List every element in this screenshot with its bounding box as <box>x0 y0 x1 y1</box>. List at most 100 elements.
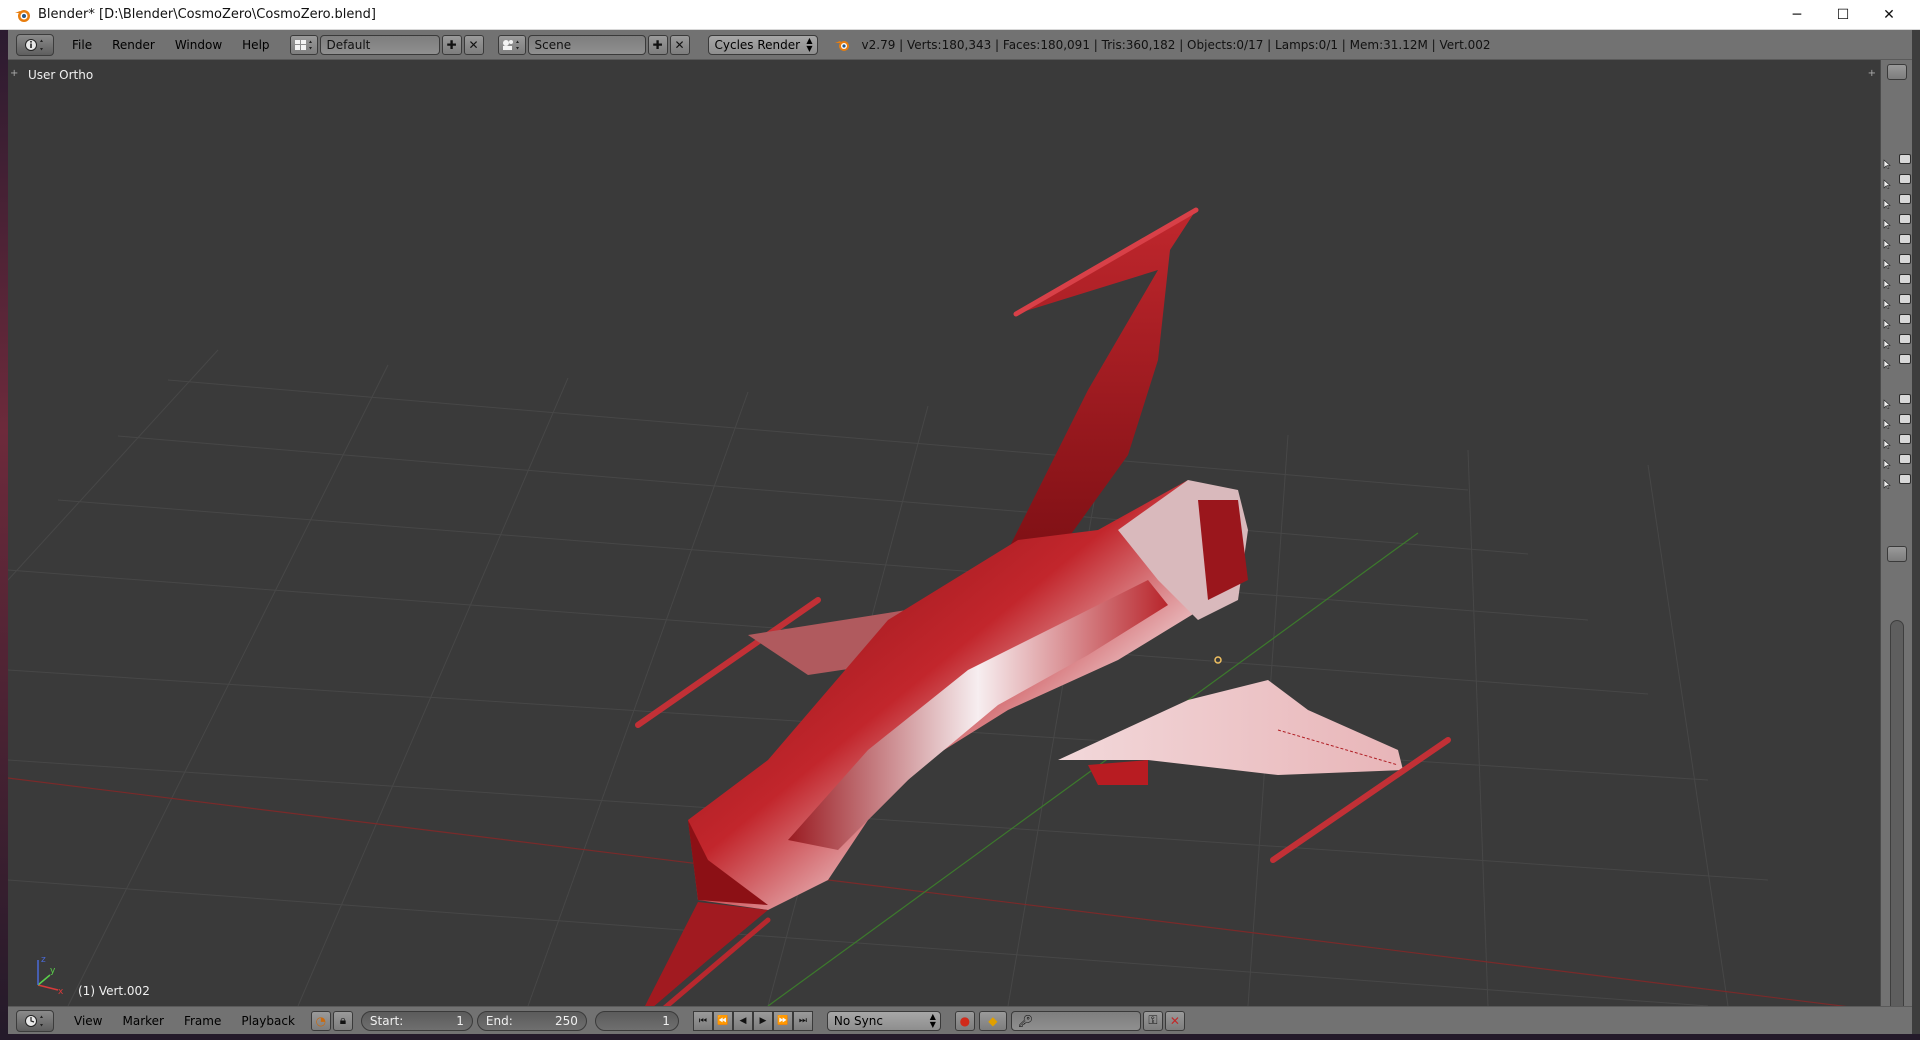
keying-set-icon: 🔑︎ <box>1017 1013 1034 1028</box>
outliner-row <box>1883 252 1911 269</box>
outliner-row <box>1883 272 1911 289</box>
minimize-button[interactable]: ─ <box>1774 0 1820 30</box>
prev-keyframe-button[interactable]: ⏪ <box>712 1010 733 1031</box>
spaceship-model[interactable] <box>635 207 1451 1006</box>
jump-start-button[interactable]: ⏮ <box>692 1010 713 1031</box>
blender-logo-icon <box>15 9 30 22</box>
record-icon: ● <box>959 1013 971 1028</box>
properties-scrollbar[interactable] <box>1890 620 1904 1020</box>
lock-frame-range-button[interactable]: 🔒︎ <box>332 1010 353 1031</box>
use-preview-range-button[interactable]: ◔ <box>310 1010 331 1031</box>
play-reverse-button[interactable]: ◀ <box>732 1010 753 1031</box>
3d-viewport[interactable]: z y x User Ortho (1) Vert.002 + + <box>8 60 1880 1006</box>
menu-render[interactable]: Render <box>102 38 165 52</box>
insert-keyframe-button[interactable]: ⚿ <box>1142 1010 1163 1031</box>
current-frame-field[interactable]: 1 <box>594 1010 679 1031</box>
play-button[interactable]: ▶ <box>752 1010 773 1031</box>
cursor-select-icon[interactable] <box>1883 434 1891 449</box>
render-engine-dropdown[interactable]: Cycles Render ▲ ▼ <box>707 34 818 55</box>
menu-window[interactable]: Window <box>165 38 232 52</box>
screen-layout-field[interactable]: Default <box>319 34 440 55</box>
record-button[interactable]: ● <box>954 1010 975 1031</box>
cursor-select-icon[interactable] <box>1883 174 1891 189</box>
render-visibility-icon[interactable] <box>1899 194 1911 204</box>
window-title: Blender* [D:\Blender\CosmoZero\CosmoZero… <box>38 7 376 22</box>
key-insert-icon: ⚿ <box>1148 1013 1158 1027</box>
cursor-select-icon[interactable] <box>1883 314 1891 329</box>
render-visibility-icon[interactable] <box>1899 294 1911 304</box>
timeline-menu-marker[interactable]: Marker <box>112 1014 173 1028</box>
cursor-select-icon[interactable] <box>1883 254 1891 269</box>
start-frame-field[interactable]: Start: 1 <box>360 1010 473 1031</box>
active-keying-set-field[interactable]: 🔑︎ <box>1010 1010 1141 1031</box>
cursor-select-icon[interactable] <box>1883 274 1891 289</box>
cursor-select-icon[interactable] <box>1883 214 1891 229</box>
sync-mode-dropdown[interactable]: No Sync ▲ ▼ <box>826 1010 941 1031</box>
cursor-select-icon[interactable] <box>1883 414 1891 429</box>
timeline-menu-frame[interactable]: Frame <box>174 1014 231 1028</box>
add-scene-button[interactable]: ✚ <box>647 34 668 55</box>
clock-icon <box>25 1014 43 1027</box>
timeline-editor-type-selector[interactable] <box>16 1009 54 1032</box>
render-visibility-icon[interactable] <box>1899 334 1911 344</box>
render-visibility-icon[interactable] <box>1899 414 1911 424</box>
dropdown-arrows-icon: ▲ ▼ <box>929 1011 936 1029</box>
render-visibility-icon[interactable] <box>1899 454 1911 464</box>
cursor-select-icon[interactable] <box>1883 334 1891 349</box>
active-object-label: (1) Vert.002 <box>78 984 150 998</box>
cursor-select-icon[interactable] <box>1883 294 1891 309</box>
close-button[interactable]: ✕ <box>1866 0 1912 30</box>
viewport-canvas[interactable]: z y x <box>8 60 1880 1006</box>
render-visibility-icon[interactable] <box>1899 154 1911 164</box>
axis-z-label: z <box>41 955 46 965</box>
keying-set-button[interactable]: ◆ <box>978 1010 1007 1031</box>
maximize-button[interactable]: ☐ <box>1820 0 1866 30</box>
cursor-select-icon[interactable] <box>1883 154 1891 169</box>
object-origin <box>1214 656 1222 664</box>
timeline-header: View Marker Frame Playback ◔ 🔒︎ Start: 1… <box>8 1006 1912 1034</box>
delete-keyframe-button[interactable]: ✕ <box>1164 1010 1185 1031</box>
timeline-menu-view[interactable]: View <box>64 1014 112 1028</box>
render-visibility-icon[interactable] <box>1899 234 1911 244</box>
outliner-editor-type-button[interactable] <box>1887 64 1907 80</box>
menu-file[interactable]: File <box>62 38 102 52</box>
add-screen-button[interactable]: ✚ <box>441 34 462 55</box>
toolshelf-toggle-icon[interactable]: + <box>10 68 18 79</box>
properties-editor-type-button[interactable] <box>1887 546 1907 562</box>
cursor-select-icon[interactable] <box>1883 354 1891 369</box>
cursor-select-icon[interactable] <box>1883 394 1891 409</box>
render-visibility-icon[interactable] <box>1899 274 1911 284</box>
screen-layout-name: Default <box>326 37 371 52</box>
render-visibility-icon[interactable] <box>1899 254 1911 264</box>
next-keyframe-button[interactable]: ⏩ <box>772 1010 793 1031</box>
delete-screen-button[interactable]: ✕ <box>463 34 484 55</box>
jump-end-button[interactable]: ⏭ <box>792 1010 813 1031</box>
render-visibility-icon[interactable] <box>1899 354 1911 364</box>
screen-layout-browse-button[interactable] <box>289 34 318 55</box>
render-visibility-icon[interactable] <box>1899 214 1911 224</box>
scene-field[interactable]: Scene <box>527 34 646 55</box>
menu-help[interactable]: Help <box>232 38 279 52</box>
outliner-row <box>1883 412 1911 429</box>
blender-logo-icon <box>834 40 849 51</box>
render-visibility-icon[interactable] <box>1899 394 1911 404</box>
outliner-row <box>1883 392 1911 409</box>
editor-type-selector[interactable] <box>16 33 54 56</box>
render-visibility-icon[interactable] <box>1899 474 1911 484</box>
render-visibility-icon[interactable] <box>1899 434 1911 444</box>
timeline-menu-playback[interactable]: Playback <box>231 1014 305 1028</box>
cursor-select-icon[interactable] <box>1883 194 1891 209</box>
blender-window: Blender* [D:\Blender\CosmoZero\CosmoZero… <box>0 0 1920 1040</box>
cursor-select-icon[interactable] <box>1883 234 1891 249</box>
cursor-select-icon[interactable] <box>1883 474 1891 489</box>
render-visibility-icon[interactable] <box>1899 174 1911 184</box>
cursor-select-icon[interactable] <box>1883 454 1891 469</box>
jump-end-icon: ⏭ <box>798 1015 807 1026</box>
close-icon: ✕ <box>468 37 479 52</box>
scene-browse-button[interactable] <box>497 34 526 55</box>
delete-scene-button[interactable]: ✕ <box>669 34 690 55</box>
render-visibility-icon[interactable] <box>1899 314 1911 324</box>
properties-toggle-icon[interactable]: + <box>1868 68 1876 79</box>
end-frame-field[interactable]: End: 250 <box>476 1010 587 1031</box>
start-frame-value: 1 <box>456 1013 464 1028</box>
